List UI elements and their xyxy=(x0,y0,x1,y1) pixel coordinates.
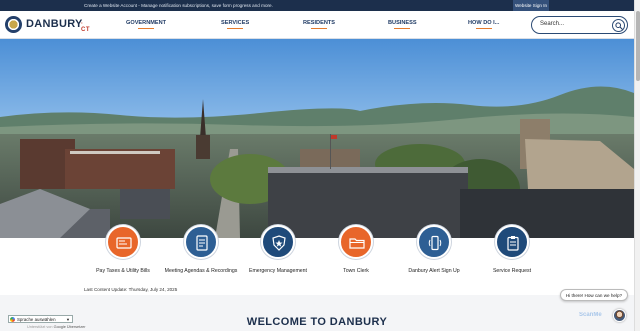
hero-city-photo xyxy=(0,39,634,238)
scrollbar-thumb[interactable] xyxy=(636,11,640,81)
quick-link-circle xyxy=(495,225,529,259)
quick-link-meeting-agendas[interactable]: Meeting Agendas & Recordings xyxy=(164,225,238,281)
google-icon xyxy=(10,317,15,322)
quick-link-town-clerk[interactable]: Town Clerk xyxy=(319,225,393,281)
language-select-label: Sprache auswählen xyxy=(17,317,56,322)
google-translate-link[interactable]: Google Übersetzer xyxy=(54,325,86,329)
google-translate-credit: Unterstützt von Google Übersetzer xyxy=(27,325,85,329)
search-input[interactable]: Search... xyxy=(540,21,564,27)
quick-link-label: Emergency Management xyxy=(249,268,307,274)
page-scrollbar[interactable] xyxy=(634,0,640,331)
quick-link-label: Danbury Alert Sign Up xyxy=(408,268,460,274)
last-content-update: Last Content Update: Thursday, July 24, … xyxy=(84,287,178,292)
quick-link-circle xyxy=(184,225,218,259)
nav-government[interactable]: GOVERNMENT xyxy=(126,20,166,29)
brand-name: DANBURY xyxy=(26,18,83,30)
nav-services[interactable]: SERVICES xyxy=(221,20,249,29)
search-button[interactable] xyxy=(612,19,625,32)
phone-alert-icon xyxy=(428,235,442,251)
brand-state: · CT xyxy=(81,21,90,33)
nav-how-do-i[interactable]: HOW DO I... xyxy=(468,20,499,29)
shield-star-icon xyxy=(272,235,286,251)
powered-prefix: Unterstützt von xyxy=(27,325,53,329)
site-logo[interactable]: DANBURY · CT xyxy=(5,16,91,34)
welcome-title: WELCOME TO DANBURY xyxy=(246,316,388,328)
quick-link-circle xyxy=(417,225,451,259)
language-select[interactable]: Sprache auswählen ▼ xyxy=(8,315,73,323)
quick-link-danbury-alert[interactable]: Danbury Alert Sign Up xyxy=(397,225,471,281)
quick-link-pay-taxes[interactable]: Pay Taxes & Utility Bills xyxy=(86,225,160,281)
search-icon xyxy=(615,22,623,30)
site-header: DANBURY · CT GOVERNMENT SERVICES RESIDEN… xyxy=(0,11,640,39)
chevron-down-icon: ▼ xyxy=(66,317,70,322)
quick-link-label: Service Request xyxy=(492,268,532,274)
folder-icon xyxy=(349,238,365,249)
scanme-watermark: ScanMe xyxy=(579,312,602,318)
city-seal-icon xyxy=(5,16,22,33)
website-sign-in-button[interactable]: Website Sign In xyxy=(513,0,549,11)
quick-link-label: Meeting Agendas & Recordings xyxy=(164,268,238,274)
nav-residents[interactable]: RESIDENTS xyxy=(303,20,335,29)
document-icon xyxy=(196,235,208,251)
create-account-link[interactable]: Create a Website Account - Manage notifi… xyxy=(84,0,273,11)
quick-link-circle xyxy=(339,225,373,259)
quick-link-label: Pay Taxes & Utility Bills xyxy=(96,268,150,274)
quick-link-emergency-management[interactable]: Emergency Management xyxy=(241,225,315,281)
bill-icon xyxy=(116,237,132,249)
nav-business[interactable]: BUSINESS xyxy=(388,20,417,29)
chat-greeting-bubble[interactable]: Hi there! How can we help? xyxy=(560,289,628,301)
top-utility-bar: Create a Website Account - Manage notifi… xyxy=(0,0,640,11)
chat-avatar-icon[interactable] xyxy=(613,309,626,322)
quick-link-circle xyxy=(261,225,295,259)
clipboard-icon xyxy=(507,236,519,251)
search-box[interactable]: Search... xyxy=(531,16,628,34)
quick-link-service-request[interactable]: Service Request xyxy=(475,225,549,281)
quick-link-circle xyxy=(106,225,140,259)
quick-link-label: Town Clerk xyxy=(343,268,369,274)
